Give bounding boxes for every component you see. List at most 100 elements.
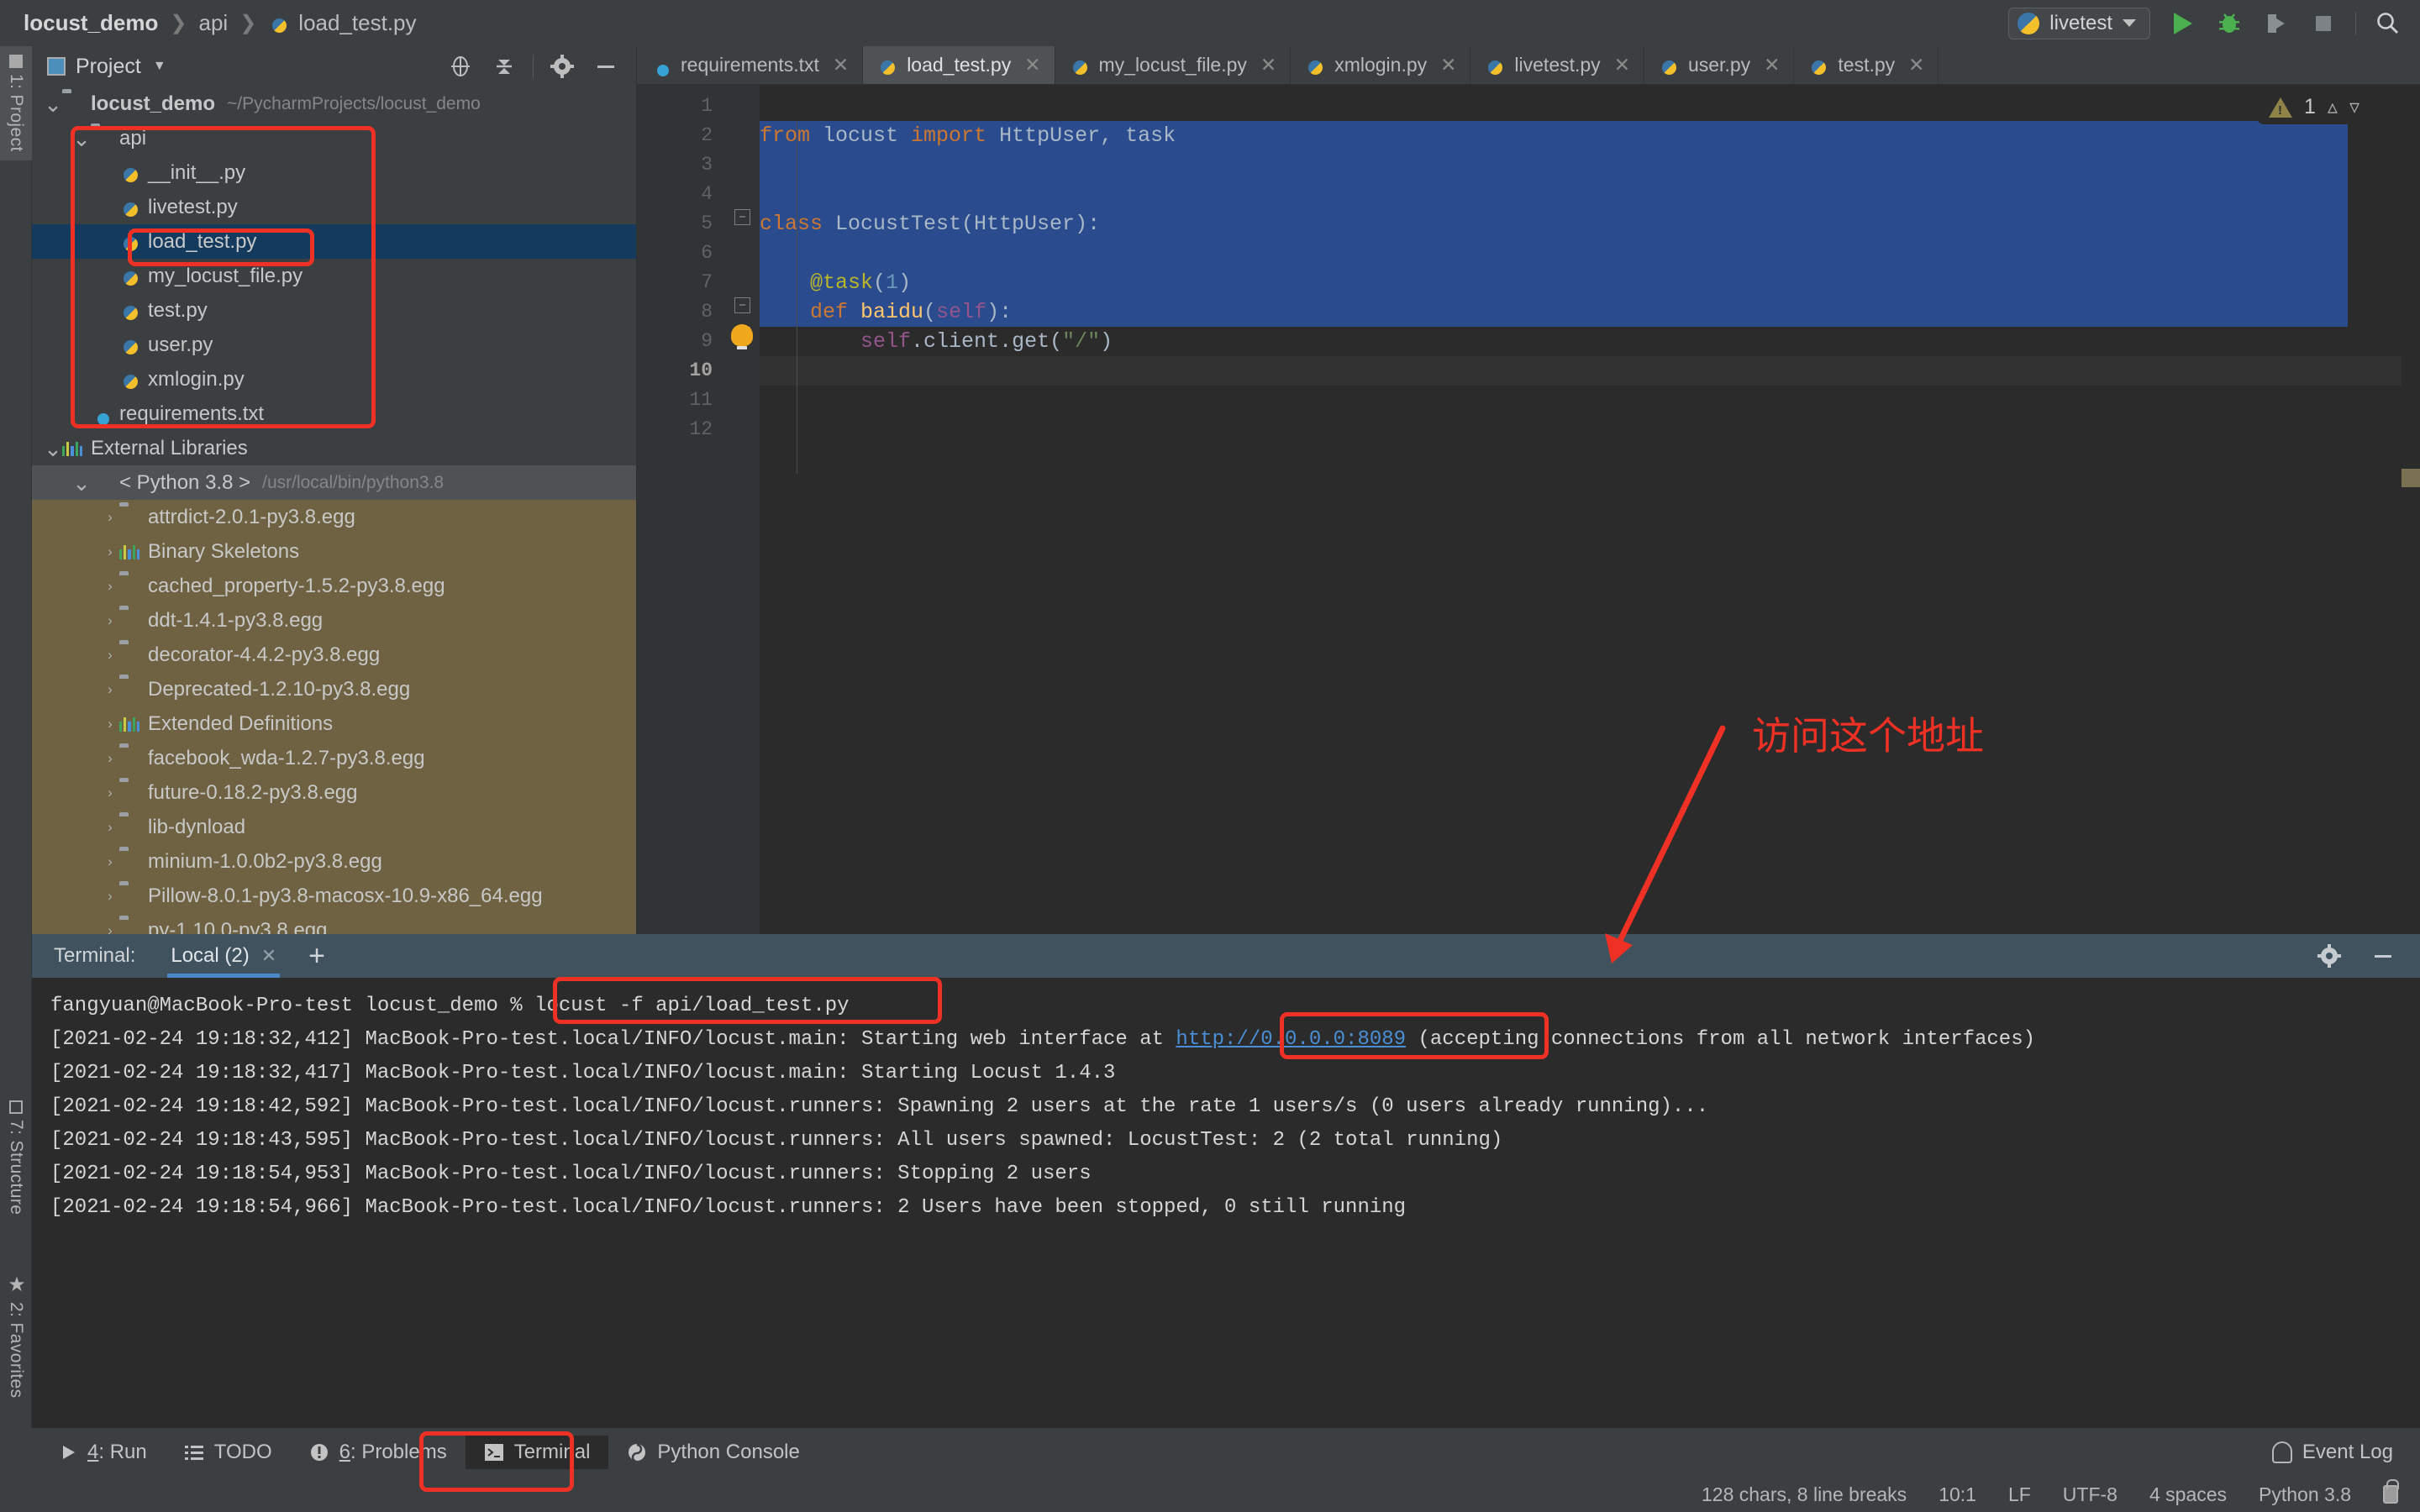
bottom-tool-4-run[interactable]: 4: Run — [40, 1436, 166, 1469]
breadcrumb-folder[interactable]: api — [198, 10, 228, 36]
close-icon[interactable]: ✕ — [1614, 54, 1630, 76]
sidebar-item-favorites[interactable]: ★ 2: Favorites — [0, 1264, 32, 1407]
chevron-right-icon[interactable]: › — [101, 647, 119, 664]
tree-item-xmlogin-py[interactable]: xmlogin.py — [32, 362, 636, 396]
tree-item-ddt-1-4-1-py3-8-egg[interactable]: › ddt-1.4.1-py3.8.egg — [32, 603, 636, 638]
close-icon[interactable]: ✕ — [833, 54, 849, 76]
stop-icon[interactable] — [2308, 8, 2338, 39]
terminal-output[interactable]: fangyuan@MacBook-Pro-test locust_demo % … — [32, 978, 2420, 1428]
run-configuration-selector[interactable]: livetest — [2008, 7, 2150, 39]
tree-item-cached-property-1-5-2-py3-8-egg[interactable]: › cached_property-1.5.2-py3.8.egg — [32, 569, 636, 603]
tree-item-user-py[interactable]: user.py — [32, 328, 636, 362]
status-line-separator[interactable]: LF — [2008, 1483, 2031, 1506]
tree-item-load-test-py[interactable]: load_test.py — [32, 224, 636, 259]
hide-icon[interactable] — [591, 51, 621, 81]
chevron-right-icon[interactable]: › — [101, 922, 119, 935]
close-icon[interactable]: ✕ — [1764, 54, 1780, 76]
code-content[interactable]: from locust import HttpUser, task class … — [760, 92, 2420, 934]
chevron-right-icon[interactable]: › — [101, 612, 119, 629]
chevron-right-icon[interactable]: › — [101, 543, 119, 560]
sidebar-item-structure[interactable]: 7: Structure — [0, 1092, 32, 1223]
gear-icon[interactable] — [547, 51, 577, 81]
status-encoding[interactable]: UTF-8 — [2063, 1483, 2118, 1506]
search-icon[interactable] — [2373, 8, 2403, 39]
chevron-right-icon[interactable]: › — [101, 785, 119, 801]
sidebar-item-project[interactable]: 1: Project — [0, 46, 32, 160]
tree-item-test-py[interactable]: test.py — [32, 293, 636, 328]
next-problem-icon[interactable]: ▿ — [2349, 95, 2360, 119]
close-icon[interactable]: ✕ — [1024, 54, 1040, 76]
bottom-tool-6-problems[interactable]: 6: Problems — [291, 1436, 466, 1469]
bottom-tool-terminal[interactable]: Terminal — [465, 1436, 609, 1469]
breadcrumb-project[interactable]: locust_demo — [24, 10, 158, 36]
tree-item-api[interactable]: ⌄ api — [32, 121, 636, 155]
editor-tab-user-py[interactable]: user.py ✕ — [1644, 46, 1795, 84]
coverage-icon[interactable] — [2261, 8, 2291, 39]
tree-item-facebook-wda-1-2-7-py3-8-egg[interactable]: › facebook_wda-1.2.7-py3.8.egg — [32, 741, 636, 775]
tree-item-locust-demo[interactable]: ⌄ locust_demo ~/PycharmProjects/locust_dem… — [32, 87, 636, 121]
tree-item-extended-definitions[interactable]: › Extended Definitions — [32, 706, 636, 741]
editor-tab-my-locust-file-py[interactable]: my_locust_file.py ✕ — [1055, 46, 1292, 84]
tree-item-deprecated-1-2-10-py3-8-egg[interactable]: › Deprecated-1.2.10-py3.8.egg — [32, 672, 636, 706]
tree-item-attrdict-2-0-1-py3-8-egg[interactable]: › attrdict-2.0.1-py3.8.egg — [32, 500, 636, 534]
locate-icon[interactable] — [445, 51, 476, 81]
code-editor[interactable]: 123456789101112 − − − from locust import… — [637, 85, 2420, 934]
status-indent[interactable]: 4 spaces — [2149, 1483, 2227, 1506]
new-terminal-session-button[interactable]: + — [308, 942, 325, 970]
editor-tab-xmlogin-py[interactable]: xmlogin.py ✕ — [1291, 46, 1471, 84]
status-caret-position[interactable]: 10:1 — [1939, 1483, 1976, 1506]
tree-item-future-0-18-2-py3-8-egg[interactable]: › future-0.18.2-py3.8.egg — [32, 775, 636, 810]
chevron-down-icon[interactable]: ⌄ — [72, 472, 91, 494]
chevron-right-icon[interactable]: › — [101, 853, 119, 870]
event-log-button[interactable]: Event Log — [2271, 1441, 2420, 1464]
editor-tab-requirements-txt[interactable]: requirements.txt ✕ — [637, 46, 864, 84]
hide-icon[interactable] — [2368, 941, 2398, 971]
editor-tab-test-py[interactable]: test.py ✕ — [1794, 46, 1939, 84]
collapse-all-icon[interactable] — [489, 51, 519, 81]
code-folding-gutter[interactable]: − − − — [726, 85, 760, 934]
breadcrumb-file[interactable]: load_test.py — [298, 10, 416, 36]
tree-item-lib-dynload[interactable]: › lib-dynload — [32, 810, 636, 844]
editor-tab-load-test-py[interactable]: load_test.py ✕ — [863, 46, 1055, 84]
lock-icon[interactable] — [2383, 1479, 2399, 1504]
editor-tab-livetest-py[interactable]: livetest.py ✕ — [1470, 46, 1644, 84]
fold-marker-method[interactable]: − — [734, 297, 750, 313]
chevron-right-icon[interactable]: › — [101, 888, 119, 905]
tree-item-pillow-8-0-1-py3-8-macosx-10-9-x86-64-egg[interactable]: › Pillow-8.0.1-py3.8-macosx-10.9-x86_64.e… — [32, 879, 636, 913]
chevron-down-icon[interactable]: ▼ — [153, 59, 166, 74]
tree-item-binary-skeletons[interactable]: › Binary Skeletons — [32, 534, 636, 569]
editor-scrollbar[interactable] — [2402, 85, 2420, 934]
close-icon[interactable]: ✕ — [261, 945, 276, 967]
chevron-down-icon[interactable]: ⌄ — [72, 128, 91, 150]
tree-item--python-3-8-[interactable]: ⌄ < Python 3.8 > /usr/local/bin/python3.8 — [32, 465, 636, 500]
tree-item-external-libraries[interactable]: ⌄ External Libraries — [32, 431, 636, 465]
tree-item-my-locust-file-py[interactable]: my_locust_file.py — [32, 259, 636, 293]
chevron-right-icon[interactable]: › — [101, 716, 119, 732]
debug-icon[interactable] — [2214, 8, 2244, 39]
fold-marker-class[interactable]: − — [734, 209, 750, 225]
terminal-url-link[interactable]: http://0.0.0.0:8089 — [1176, 1028, 1406, 1051]
previous-problem-icon[interactable]: ▵ — [2328, 95, 2338, 119]
tree-item-requirements-txt[interactable]: requirements.txt — [32, 396, 636, 431]
tree-item--init-py[interactable]: __init__.py — [32, 155, 636, 190]
chevron-down-icon[interactable]: ⌄ — [44, 93, 62, 115]
tree-item-decorator-4-4-2-py3-8-egg[interactable]: › decorator-4.4.2-py3.8.egg — [32, 638, 636, 672]
close-icon[interactable]: ✕ — [1260, 54, 1276, 76]
chevron-right-icon[interactable]: › — [101, 750, 119, 767]
inspection-widget[interactable]: 1 ▵ ▿ — [2257, 90, 2371, 124]
bottom-tool-todo[interactable]: TODO — [166, 1436, 291, 1469]
run-icon[interactable] — [2167, 8, 2197, 39]
chevron-right-icon[interactable]: › — [101, 681, 119, 698]
gear-icon[interactable] — [2314, 941, 2344, 971]
chevron-right-icon[interactable]: › — [101, 509, 119, 526]
status-interpreter[interactable]: Python 3.8 — [2259, 1483, 2351, 1506]
tree-item-livetest-py[interactable]: livetest.py — [32, 190, 636, 224]
bottom-tool-python-console[interactable]: Python Console — [608, 1436, 818, 1469]
tree-item-py-1-10-0-py3-8-egg[interactable]: › py-1.10.0-py3.8.egg — [32, 913, 636, 934]
intention-bulb-icon[interactable] — [731, 324, 753, 349]
terminal-session-tab[interactable]: Local (2) ✕ — [162, 934, 285, 978]
close-icon[interactable]: ✕ — [1908, 54, 1924, 76]
chevron-right-icon[interactable]: › — [101, 819, 119, 836]
chevron-right-icon[interactable]: › — [101, 578, 119, 595]
tree-item-minium-1-0-0b2-py3-8-egg[interactable]: › minium-1.0.0b2-py3.8.egg — [32, 844, 636, 879]
